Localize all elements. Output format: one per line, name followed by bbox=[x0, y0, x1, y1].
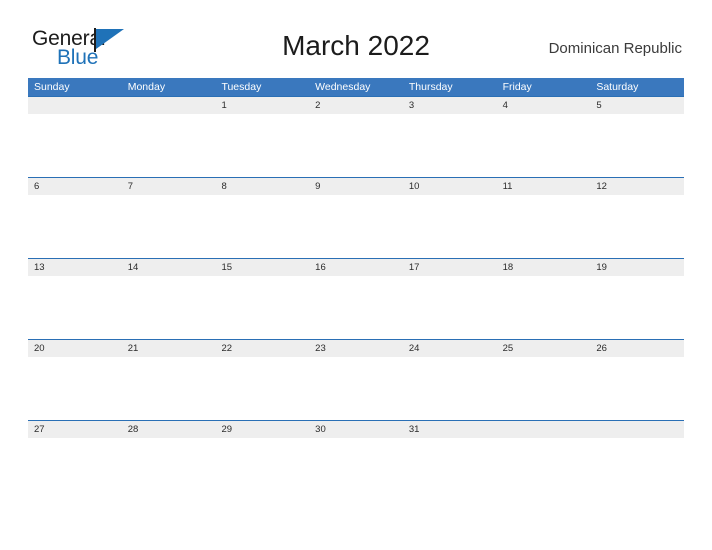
week-note-strip bbox=[28, 195, 684, 258]
day-number[interactable]: 24 bbox=[403, 340, 497, 357]
day-number[interactable]: 15 bbox=[215, 259, 309, 276]
day-cell[interactable] bbox=[28, 114, 122, 177]
day-cell[interactable] bbox=[497, 438, 591, 501]
day-number[interactable]: 27 bbox=[28, 421, 122, 438]
week-date-strip: 20 21 22 23 24 25 26 bbox=[28, 340, 684, 357]
weekday-header-row: Sunday Monday Tuesday Wednesday Thursday… bbox=[28, 78, 684, 96]
day-number[interactable]: 11 bbox=[497, 178, 591, 195]
day-number[interactable]: 9 bbox=[309, 178, 403, 195]
day-cell[interactable] bbox=[497, 114, 591, 177]
day-number[interactable]: 31 bbox=[403, 421, 497, 438]
day-number[interactable]: 17 bbox=[403, 259, 497, 276]
day-cell[interactable] bbox=[590, 357, 684, 420]
day-cell[interactable] bbox=[590, 438, 684, 501]
day-number[interactable]: 13 bbox=[28, 259, 122, 276]
day-number[interactable]: 20 bbox=[28, 340, 122, 357]
day-cell[interactable] bbox=[309, 357, 403, 420]
day-cell[interactable] bbox=[28, 276, 122, 339]
day-number[interactable] bbox=[28, 97, 122, 114]
day-number[interactable]: 30 bbox=[309, 421, 403, 438]
day-number[interactable]: 12 bbox=[590, 178, 684, 195]
day-cell[interactable] bbox=[403, 114, 497, 177]
weekday-header-tuesday: Tuesday bbox=[221, 81, 262, 93]
country-label: Dominican Republic bbox=[548, 40, 682, 57]
day-cell[interactable] bbox=[28, 357, 122, 420]
week-note-strip bbox=[28, 357, 684, 420]
week-date-strip: 13 14 15 16 17 18 19 bbox=[28, 259, 684, 276]
weekday-header-saturday: Saturday bbox=[596, 81, 639, 93]
day-cell[interactable] bbox=[28, 195, 122, 258]
day-cell[interactable] bbox=[590, 195, 684, 258]
day-cell[interactable] bbox=[497, 195, 591, 258]
week-note-strip bbox=[28, 276, 684, 339]
day-cell[interactable] bbox=[122, 357, 216, 420]
day-number[interactable]: 23 bbox=[309, 340, 403, 357]
day-cell[interactable] bbox=[309, 114, 403, 177]
week-date-strip: 27 28 29 30 31 bbox=[28, 421, 684, 438]
day-number[interactable]: 19 bbox=[590, 259, 684, 276]
day-number[interactable]: 26 bbox=[590, 340, 684, 357]
day-cell[interactable] bbox=[403, 195, 497, 258]
calendar-grid: Sunday Monday Tuesday Wednesday Thursday… bbox=[28, 78, 684, 501]
weekday-header-monday: Monday bbox=[127, 81, 166, 93]
day-cell[interactable] bbox=[497, 357, 591, 420]
week-row: 27 28 29 30 31 bbox=[28, 420, 684, 501]
day-cell[interactable] bbox=[215, 438, 309, 501]
week-row: 1 2 3 4 5 bbox=[28, 96, 684, 177]
day-cell[interactable] bbox=[122, 195, 216, 258]
day-number[interactable]: 10 bbox=[403, 178, 497, 195]
day-number[interactable] bbox=[122, 97, 216, 114]
day-number[interactable]: 2 bbox=[309, 97, 403, 114]
weekday-header-sunday: Sunday bbox=[34, 81, 70, 93]
week-row: 6 7 8 9 10 11 12 bbox=[28, 177, 684, 258]
day-cell[interactable] bbox=[590, 114, 684, 177]
day-number[interactable]: 4 bbox=[497, 97, 591, 114]
day-number[interactable]: 16 bbox=[309, 259, 403, 276]
day-number[interactable]: 29 bbox=[215, 421, 309, 438]
day-number[interactable]: 28 bbox=[122, 421, 216, 438]
day-number[interactable] bbox=[497, 421, 591, 438]
weekday-header-thursday: Thursday bbox=[408, 81, 453, 93]
weekday-header-wednesday: Wednesday bbox=[315, 81, 371, 93]
day-cell[interactable] bbox=[497, 276, 591, 339]
day-number[interactable]: 3 bbox=[403, 97, 497, 114]
day-cell[interactable] bbox=[122, 438, 216, 501]
day-cell[interactable] bbox=[309, 438, 403, 501]
week-note-strip bbox=[28, 114, 684, 177]
day-number[interactable]: 18 bbox=[497, 259, 591, 276]
week-date-strip: 1 2 3 4 5 bbox=[28, 97, 684, 114]
day-number[interactable]: 7 bbox=[122, 178, 216, 195]
day-cell[interactable] bbox=[122, 276, 216, 339]
day-cell[interactable] bbox=[28, 438, 122, 501]
day-number[interactable]: 8 bbox=[215, 178, 309, 195]
day-cell[interactable] bbox=[309, 195, 403, 258]
day-cell[interactable] bbox=[403, 438, 497, 501]
day-number[interactable]: 22 bbox=[215, 340, 309, 357]
calendar-page: General Blue March 2022 Dominican Republ… bbox=[0, 0, 712, 550]
day-number[interactable]: 6 bbox=[28, 178, 122, 195]
day-number[interactable]: 14 bbox=[122, 259, 216, 276]
week-row: 20 21 22 23 24 25 26 bbox=[28, 339, 684, 420]
day-cell[interactable] bbox=[215, 357, 309, 420]
day-cell[interactable] bbox=[215, 276, 309, 339]
day-number[interactable]: 25 bbox=[497, 340, 591, 357]
day-cell[interactable] bbox=[403, 276, 497, 339]
day-cell[interactable] bbox=[590, 276, 684, 339]
day-cell[interactable] bbox=[403, 357, 497, 420]
week-row: 13 14 15 16 17 18 19 bbox=[28, 258, 684, 339]
day-number[interactable] bbox=[590, 421, 684, 438]
day-cell[interactable] bbox=[215, 114, 309, 177]
week-date-strip: 6 7 8 9 10 11 12 bbox=[28, 178, 684, 195]
day-number[interactable]: 21 bbox=[122, 340, 216, 357]
weekday-header-friday: Friday bbox=[502, 81, 532, 93]
day-cell[interactable] bbox=[215, 195, 309, 258]
week-note-strip bbox=[28, 438, 684, 501]
day-cell[interactable] bbox=[122, 114, 216, 177]
day-number[interactable]: 5 bbox=[590, 97, 684, 114]
page-header: General Blue March 2022 Dominican Republ… bbox=[0, 0, 712, 78]
day-cell[interactable] bbox=[309, 276, 403, 339]
day-number[interactable]: 1 bbox=[215, 97, 309, 114]
